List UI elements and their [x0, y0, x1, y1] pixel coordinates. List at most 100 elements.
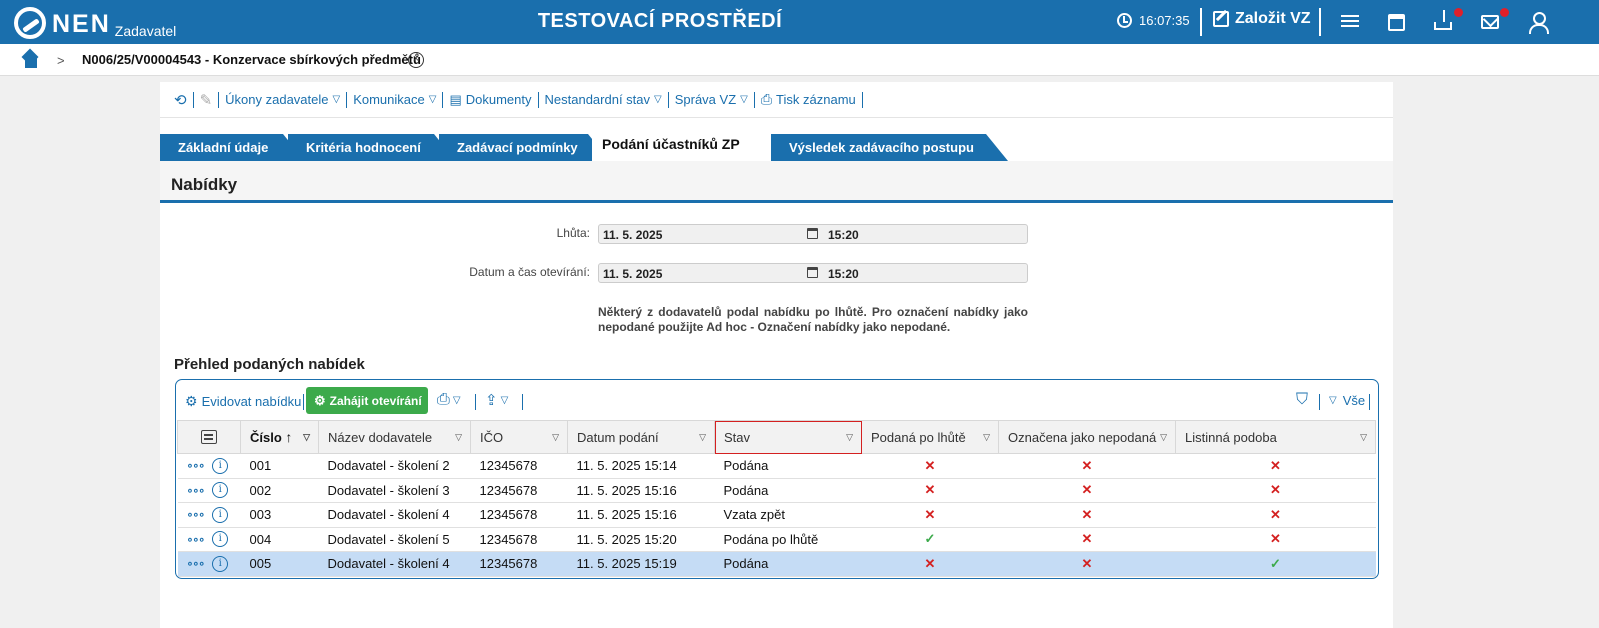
filter-all-menu[interactable]: ▽ Vše: [1329, 393, 1365, 408]
refresh-icon[interactable]: ⟲: [168, 91, 193, 109]
column-header-cislo[interactable]: Číslo ↑ ▽: [240, 420, 319, 454]
dropdown-icon: ▽: [740, 94, 748, 105]
row-action-icons: ∘∘∘ i: [187, 555, 241, 572]
table-row[interactable]: ∘∘∘ i 001 Dodavatel - školení 2 12345678 11. …: [177, 453, 1376, 479]
home-icon[interactable]: [22, 52, 40, 68]
filter-icon[interactable]: ⛉: [1296, 391, 1308, 409]
cell-ico: 12345678: [470, 527, 568, 552]
cell-datum: 11. 5. 2025 15:16: [567, 502, 715, 528]
table-row[interactable]: ∘∘∘ i 004 Dodavatel - školení 5 12345678 11. …: [177, 527, 1376, 552]
calendar-icon[interactable]: [1388, 14, 1405, 31]
more-options-icon[interactable]: ∘∘∘: [187, 533, 206, 546]
column-label: Číslo: [250, 430, 282, 445]
info-icon[interactable]: i: [212, 506, 229, 523]
dropdown-icon: ▽: [654, 94, 662, 105]
offers-table: Číslo ↑ ▽ Název dodavatele ▽ IČO ▽ Datum po…: [177, 420, 1376, 577]
dokumenty-button[interactable]: ▤ Dokumenty: [443, 91, 537, 109]
cell-nazev: Dodavatel - školení 4: [318, 551, 471, 577]
column-header-nepodana[interactable]: Označena jako nepodaná ▽: [998, 420, 1176, 454]
dropdown-icon: ▽: [500, 394, 509, 406]
otevirani-date: 11. 5. 2025: [603, 267, 663, 281]
cell-cislo: 004: [240, 527, 319, 552]
check-icon: ✓: [924, 531, 936, 547]
cell-po-lhute: ✕: [861, 453, 999, 479]
dropdown-icon: ▽: [332, 94, 341, 105]
cell-stav: Vzata zpět: [714, 502, 862, 528]
column-settings[interactable]: [177, 420, 241, 454]
notification-dot: [1500, 8, 1509, 17]
column-header-datum[interactable]: Datum podání ▽: [567, 420, 715, 454]
export-menu[interactable]: ⇪ ▽: [485, 391, 508, 409]
settings-icon: [201, 430, 217, 444]
dropdown-icon: ▽: [455, 432, 462, 442]
section-title: Nabídky: [171, 175, 238, 194]
lhuta-date: 11. 5. 2025: [603, 228, 663, 242]
tab-vysledek[interactable]: Výsledek zadávacího postupu: [771, 134, 1008, 161]
tab-kriteria-hodnoceni[interactable]: Kritéria hodnocení: [288, 134, 456, 161]
zahajit-otevirani-button[interactable]: ⚙ Zahájit otevírání: [306, 387, 428, 414]
sprava-menu[interactable]: Správa VZ ▽: [669, 91, 754, 109]
cell-nazev: Dodavatel - školení 5: [318, 527, 471, 552]
row-actions: ∘∘∘ i: [177, 453, 241, 479]
mail-icon[interactable]: [1481, 15, 1499, 29]
row-action-icons: ∘∘∘ i: [187, 457, 241, 474]
info-icon[interactable]: i: [212, 482, 229, 499]
breadcrumb-current[interactable]: N006/25/V00004543 - Konzervace sbírkovýc…: [82, 52, 421, 67]
tab-zakladni-udaje[interactable]: Základní údaje: [160, 134, 305, 161]
column-header-ico[interactable]: IČO ▽: [470, 420, 568, 454]
cell-cislo: 002: [240, 478, 319, 503]
more-options-icon[interactable]: ∘∘∘: [187, 459, 206, 472]
table-row[interactable]: ∘∘∘ i 005 Dodavatel - školení 4 12345678 11. …: [177, 551, 1376, 577]
komunikace-menu[interactable]: Komunikace ▽: [347, 91, 442, 109]
cell-ico: 12345678: [470, 478, 568, 503]
otevirani-time: 15:20: [828, 267, 859, 281]
table-row[interactable]: ∘∘∘ i 003 Dodavatel - školení 4 12345678 11. …: [177, 502, 1376, 528]
check-icon: ✓: [1270, 555, 1281, 571]
more-options-icon[interactable]: ∘∘∘: [187, 508, 206, 521]
lhuta-label: Lhůta:: [556, 226, 590, 240]
ukony-menu[interactable]: Úkony zadavatele ▽: [219, 91, 346, 109]
table-row[interactable]: ∘∘∘ i 002 Dodavatel - školení 3 12345678 11. …: [177, 478, 1376, 503]
tisk-button[interactable]: ⎙ Tisk záznamu: [755, 91, 862, 109]
cell-listinna: ✓: [1175, 551, 1376, 577]
calendar-icon: [807, 228, 818, 239]
tab-podani-ucastniku[interactable]: Podání účastníků ZP: [592, 130, 777, 161]
column-label: Datum podání: [577, 429, 659, 445]
pencil-icon[interactable]: ✎: [194, 91, 219, 109]
cell-datum: 11. 5. 2025 15:16: [567, 478, 715, 503]
divider: [1200, 8, 1202, 36]
cell-nepodana: ✕: [998, 502, 1176, 528]
tab-bar: Základní údaje Kritéria hodnocení Zadáva…: [160, 130, 1393, 161]
cell-stav: Podána: [714, 453, 862, 479]
cell-stav: Podána: [714, 478, 862, 503]
cross-icon: ✕: [924, 506, 936, 522]
breadcrumb: > N006/25/V00004543 - Konzervace sbírkov…: [0, 44, 1599, 76]
user-icon[interactable]: [1528, 12, 1549, 34]
tab-zadavaci-podminky[interactable]: Zadávací podmínky: [439, 134, 610, 161]
close-icon[interactable]: ×: [408, 52, 424, 68]
menu-icon[interactable]: [1340, 12, 1360, 32]
column-label: Název dodavatele: [328, 429, 433, 445]
cell-listinna: ✕: [1175, 502, 1376, 528]
column-header-nazev[interactable]: Název dodavatele ▽: [318, 420, 471, 454]
info-icon[interactable]: i: [212, 531, 229, 548]
print-menu[interactable]: ⎙ ▽: [437, 391, 461, 409]
sort-ascending-icon: ↑: [285, 429, 293, 445]
nestandardni-menu[interactable]: Nestandardní stav ▽: [539, 91, 668, 109]
more-options-icon[interactable]: ∘∘∘: [187, 484, 206, 497]
evidovat-button[interactable]: ⚙ Evidovat nabídku: [185, 393, 301, 410]
cross-icon: ✕: [1081, 506, 1093, 522]
print-icon: ⎙: [437, 391, 450, 408]
column-header-po-lhute[interactable]: Podaná po lhůtě ▽: [861, 420, 999, 454]
document-icon: ▤: [449, 91, 462, 107]
info-icon[interactable]: i: [212, 555, 229, 572]
info-icon[interactable]: i: [212, 457, 229, 474]
cell-po-lhute: ✕: [861, 478, 999, 503]
column-header-stav[interactable]: Stav ▽: [714, 420, 862, 454]
column-header-listinna[interactable]: Listinná podoba ▽: [1175, 420, 1376, 454]
komunikace-label: Komunikace: [353, 92, 425, 107]
create-vz-button[interactable]: Založit VZ: [1213, 10, 1311, 28]
more-options-icon[interactable]: ∘∘∘: [187, 557, 206, 570]
download-icon[interactable]: [1434, 10, 1452, 30]
row-action-icons: ∘∘∘ i: [187, 506, 241, 523]
